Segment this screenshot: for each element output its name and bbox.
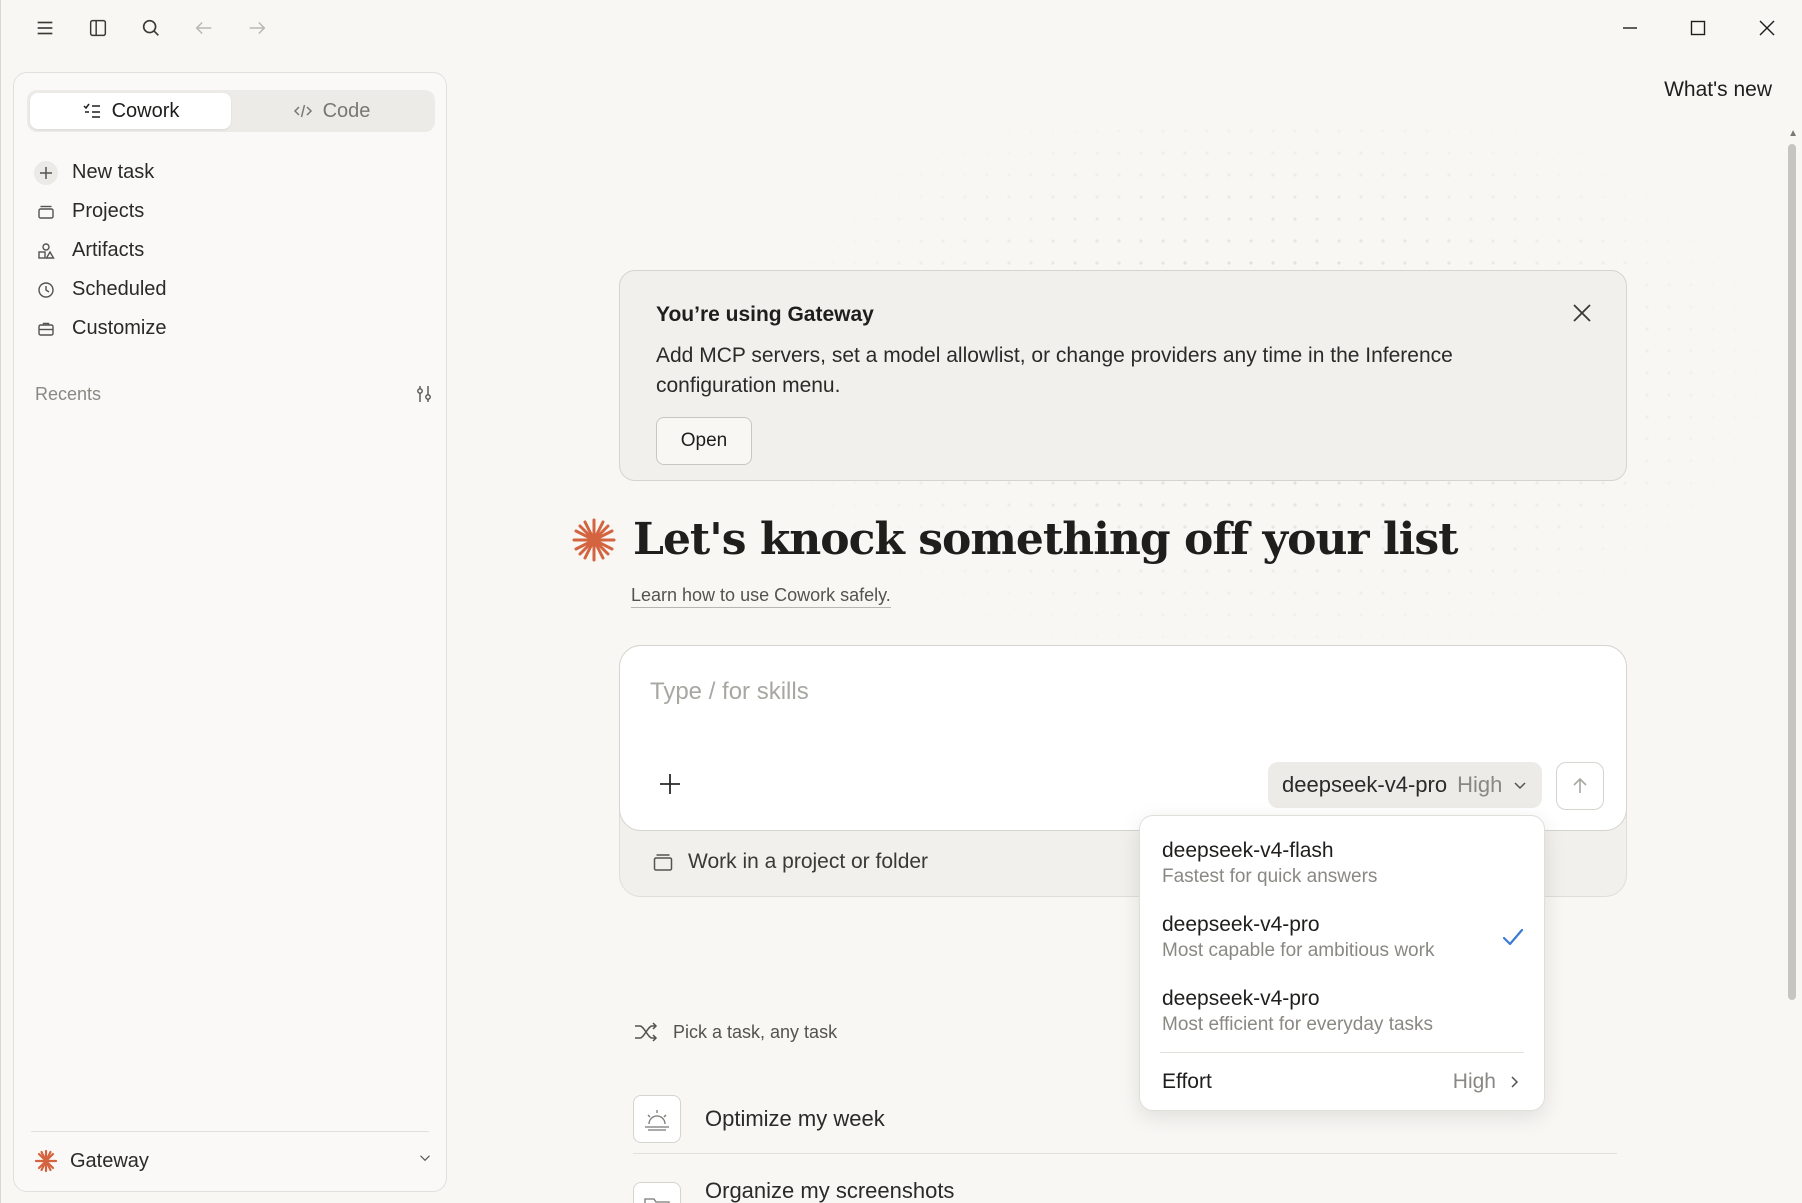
- sidebar-item-projects[interactable]: Projects: [34, 192, 434, 231]
- tab-cowork-label: Cowork: [111, 99, 180, 122]
- shuffle-icon: [635, 1022, 658, 1042]
- app-window: What's new Cowork Code New task Projects: [0, 0, 1802, 1203]
- sidebar-item-scheduled[interactable]: Scheduled: [34, 270, 434, 309]
- effort-option[interactable]: Effort High: [1140, 1053, 1544, 1111]
- composer[interactable]: Type / for skills deepseek-v4-pro High: [619, 645, 1627, 831]
- whats-new-link[interactable]: What's new: [1664, 78, 1772, 102]
- sidebar-item-artifacts[interactable]: Artifacts: [34, 231, 434, 270]
- close-icon[interactable]: [1568, 299, 1596, 327]
- folder-icon: [653, 854, 673, 871]
- prompt-input[interactable]: Type / for skills: [650, 678, 809, 706]
- notice-body: Add MCP servers, set a model allowlist, …: [656, 344, 1453, 397]
- recents-header: Recents: [35, 383, 435, 405]
- minimize-icon[interactable]: [1607, 10, 1653, 46]
- model-option[interactable]: deepseek-v4-pro Most efficient for every…: [1140, 974, 1544, 1048]
- model-option-desc: Most capable for ambitious work: [1162, 939, 1435, 961]
- model-name: deepseek-v4-pro: [1282, 772, 1448, 797]
- sidebar-toggle-icon[interactable]: [82, 12, 114, 44]
- recents-label: Recents: [35, 383, 102, 404]
- sidebar-item-label: Projects: [72, 200, 145, 222]
- sidebar-item-label: Scheduled: [72, 278, 167, 300]
- plus-icon: [34, 160, 58, 185]
- page-title: Let's knock something off your list: [633, 514, 1458, 565]
- learn-cowork-link[interactable]: Learn how to use Cowork safely.: [631, 585, 891, 608]
- notice-title: You’re using Gateway: [656, 303, 874, 326]
- model-option[interactable]: deepseek-v4-flash Fastest for quick answ…: [1140, 826, 1544, 900]
- folder-icon: [633, 1182, 681, 1203]
- tab-cowork[interactable]: Cowork: [30, 93, 231, 129]
- sidebar-item-label: New task: [72, 161, 155, 183]
- effort-label: Effort: [1162, 1070, 1212, 1093]
- gateway-label: Gateway: [70, 1149, 149, 1172]
- project-label: Work in a project or folder: [688, 850, 929, 873]
- model-dropdown: deepseek-v4-flash Fastest for quick answ…: [1139, 815, 1545, 1111]
- sidebar-nav: New task Projects Artifacts Scheduled Cu…: [34, 153, 434, 348]
- tab-code[interactable]: Code: [231, 93, 432, 129]
- back-arrow-icon[interactable]: [188, 12, 220, 44]
- chevron-down-icon: [416, 1149, 434, 1173]
- asterisk-logo-icon: [572, 518, 616, 561]
- task-label: Organize my screenshots: [705, 1178, 955, 1203]
- model-option-name: deepseek-v4-pro: [1162, 912, 1320, 936]
- pick-task-header[interactable]: Pick a task, any task: [633, 1021, 837, 1043]
- chevron-right-icon: [1511, 1076, 1519, 1088]
- model-option-name: deepseek-v4-flash: [1162, 838, 1334, 862]
- headline: Let's knock something off your list: [571, 514, 1458, 565]
- maximize-icon[interactable]: [1675, 10, 1721, 46]
- close-window-icon[interactable]: [1744, 10, 1790, 46]
- clock-icon: [34, 278, 58, 302]
- model-effort: High: [1457, 772, 1503, 797]
- briefcase-icon: [34, 317, 58, 341]
- menu-icon[interactable]: [29, 12, 61, 44]
- gateway-notice-card: You’re using Gateway Add MCP servers, se…: [619, 270, 1627, 481]
- sunrise-icon: [633, 1094, 681, 1143]
- mode-switch: Cowork Code: [27, 90, 435, 132]
- checkmark-icon: [1502, 928, 1524, 946]
- sidebar-item-label: Customize: [72, 317, 167, 339]
- model-option-name: deepseek-v4-pro: [1162, 986, 1320, 1010]
- gateway-selector[interactable]: Gateway: [34, 1141, 434, 1181]
- search-icon[interactable]: [135, 12, 167, 44]
- work-in-project-button[interactable]: Work in a project or folder: [652, 850, 928, 874]
- model-option-desc: Most efficient for everyday tasks: [1162, 1013, 1434, 1035]
- arrow-up-icon: [1573, 777, 1587, 793]
- model-option-desc: Fastest for quick answers: [1162, 865, 1378, 887]
- asterisk-logo-icon: [34, 1149, 58, 1173]
- shapes-icon: [34, 239, 58, 263]
- code-icon: [293, 104, 312, 118]
- sidebar: Cowork Code New task Projects Artifacts: [13, 72, 447, 1192]
- effort-value: High: [1452, 1070, 1496, 1093]
- model-option-selected[interactable]: deepseek-v4-pro Most capable for ambitio…: [1140, 900, 1544, 974]
- add-attachment-icon[interactable]: [656, 770, 684, 798]
- title-bar: [1, 0, 1802, 56]
- tab-code-label: Code: [322, 99, 371, 122]
- folder-icon: [34, 200, 58, 224]
- sidebar-item-customize[interactable]: Customize: [34, 309, 434, 348]
- sidebar-item-label: Artifacts: [72, 239, 145, 261]
- model-selector[interactable]: deepseek-v4-pro High: [1268, 762, 1543, 808]
- task-label: Optimize my week: [705, 1105, 885, 1131]
- chevron-down-icon: [1514, 782, 1526, 790]
- checklist-icon: [83, 103, 100, 118]
- forward-arrow-icon[interactable]: [241, 12, 273, 44]
- pick-task-label: Pick a task, any task: [673, 1021, 838, 1042]
- filter-sliders-icon[interactable]: [413, 383, 435, 405]
- sidebar-divider: [31, 1131, 429, 1132]
- send-button[interactable]: [1556, 762, 1604, 810]
- notice-open-button[interactable]: Open: [656, 417, 752, 465]
- scrollbar-thumb[interactable]: [1788, 144, 1796, 1000]
- sidebar-item-new-task[interactable]: New task: [34, 153, 434, 192]
- task-suggestion[interactable]: Organize my screenshots: [633, 1178, 1617, 1203]
- scroll-up-arrow-icon[interactable]: ▲: [1788, 128, 1798, 139]
